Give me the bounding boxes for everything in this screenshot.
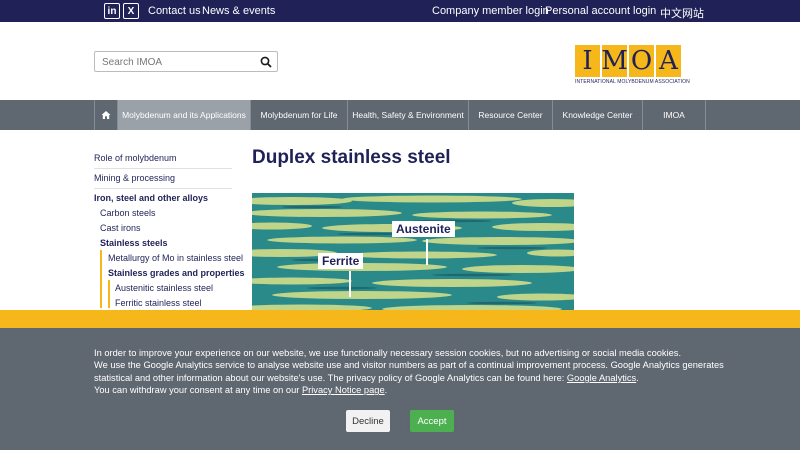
news-events-link[interactable]: News & events — [202, 5, 275, 17]
sidebar-item-ferritic[interactable]: Ferritic stainless steel — [115, 298, 202, 308]
austenite-label: Austenite — [392, 221, 455, 237]
linkedin-icon[interactable]: in — [104, 3, 120, 19]
privacy-notice-link[interactable]: Privacy Notice page — [302, 385, 385, 395]
cookie-text-line4-end: . — [384, 385, 388, 395]
sidebar-item-mining-processing[interactable]: Mining & processing — [94, 173, 175, 183]
duplex-microstructure-image: Austenite Ferrite — [252, 193, 574, 313]
page-title: Duplex stainless steel — [252, 147, 451, 168]
decline-button[interactable]: Decline — [346, 410, 390, 432]
ferrite-label: Ferrite — [318, 253, 364, 269]
company-member-login-link[interactable]: Company member login — [432, 5, 549, 17]
cookie-text-line4-body: You can withdraw your consent at any tim… — [94, 385, 302, 395]
nav-molybdenum-applications[interactable]: Molybdenum and its Applications — [118, 100, 251, 130]
search-box — [94, 51, 278, 72]
nav-resource-center[interactable]: Resource Center — [469, 100, 553, 130]
divider — [94, 168, 232, 169]
logo-letter-o: O — [629, 45, 654, 77]
nav-knowledge-center[interactable]: Knowledge Center — [553, 100, 643, 130]
search-icon[interactable] — [260, 56, 272, 68]
sidebar-item-role-of-molybdenum[interactable]: Role of molybdenum — [94, 153, 177, 163]
sidebar-item-metallurgy-mo[interactable]: Metallurgy of Mo in stainless steel — [108, 253, 243, 263]
nav-imoa[interactable]: IMOA — [643, 100, 706, 130]
logo-letter-m: M — [601, 45, 628, 77]
contact-us-link[interactable]: Contact us — [148, 5, 201, 17]
logo-tagline: INTERNATIONAL MOLYBDENUM ASSOCIATION — [575, 79, 690, 85]
sidebar-item-austenitic[interactable]: Austenitic stainless steel — [115, 283, 213, 293]
sidebar-indent-bar — [100, 250, 102, 308]
search-input[interactable] — [95, 53, 255, 72]
sidebar-item-stainless-steels[interactable]: Stainless steels — [100, 238, 168, 248]
cookie-consent-banner: In order to improve your experience on o… — [0, 328, 800, 450]
chinese-site-link[interactable]: 中文网站 — [660, 5, 704, 21]
sidebar-item-iron-steel-alloys[interactable]: Iron, steel and other alloys — [94, 193, 208, 203]
logo-letter-i: I — [575, 45, 600, 77]
cookie-text-line3-end: . — [636, 373, 639, 383]
austenite-arrow — [426, 239, 428, 265]
cookie-text-line4: You can withdraw your consent at any tim… — [94, 385, 387, 395]
nav-home[interactable] — [94, 100, 118, 130]
cookie-text-line3-body: statistical and other information about … — [94, 373, 567, 383]
cookie-text-line2: We use the Google Analytics service to a… — [94, 360, 724, 370]
google-analytics-link[interactable]: Google Analytics — [567, 373, 636, 383]
personal-account-login-link[interactable]: Personal account login — [545, 5, 656, 17]
ferrite-arrow — [349, 271, 351, 297]
sidebar-indent-bar — [108, 280, 110, 308]
sidebar-item-carbon-steels[interactable]: Carbon steels — [100, 208, 156, 218]
nav-molybdenum-for-life[interactable]: Molybdenum for Life — [251, 100, 348, 130]
x-twitter-icon[interactable]: X — [123, 3, 139, 19]
cookie-text-line1: In order to improve your experience on o… — [94, 348, 682, 358]
logo-letter-a: A — [656, 45, 681, 77]
imoa-logo[interactable]: I M O A INTERNATIONAL MOLYBDENUM ASSOCIA… — [575, 45, 690, 87]
accept-button[interactable]: Accept — [410, 410, 454, 432]
cookie-banner-top-band — [0, 310, 800, 328]
divider — [94, 188, 232, 189]
sidebar-item-stainless-grades[interactable]: Stainless grades and properties — [108, 268, 245, 278]
sidebar-item-cast-irons[interactable]: Cast irons — [100, 223, 141, 233]
home-icon — [101, 111, 111, 119]
nav-health-safety-environment[interactable]: Health, Safety & Environment — [348, 100, 469, 130]
micrograph-texture — [252, 193, 574, 313]
main-navigation: Molybdenum and its Applications Molybden… — [0, 100, 800, 130]
cookie-text-line3: statistical and other information about … — [94, 373, 639, 383]
top-bar: in X Contact us News & events Company me… — [0, 0, 800, 22]
